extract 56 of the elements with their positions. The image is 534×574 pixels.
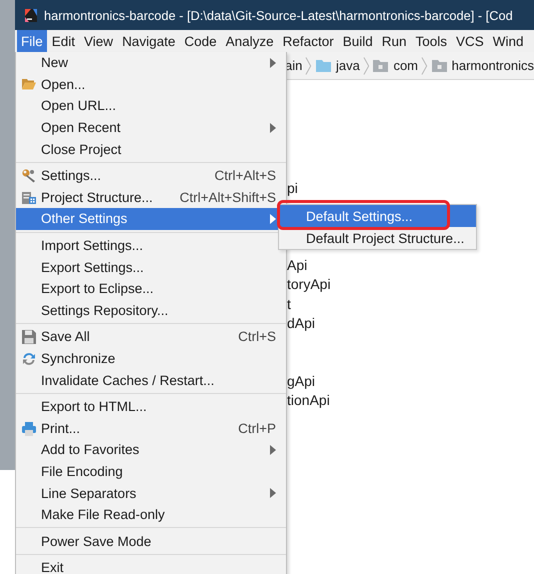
tree-item[interactable]: Api xyxy=(287,256,308,276)
menu-item[interactable]: Print... Ctrl+P xyxy=(16,418,286,440)
menu-item[interactable]: Wind xyxy=(488,30,528,52)
breadcrumb-item[interactable]: harmontronics xyxy=(452,58,534,73)
window-title: harmontronics-barcode - [D:\data\Git-Source-Latest\harmontronics-barcode] - [Cod xyxy=(44,8,513,22)
chevron-icon xyxy=(362,56,370,76)
wrench-icon xyxy=(21,168,37,184)
menu-item[interactable]: File Encoding xyxy=(16,460,286,482)
tree-item[interactable]: tionApi xyxy=(287,391,330,411)
menu-item[interactable]: Exit xyxy=(16,557,286,574)
app-logo-icon xyxy=(24,8,38,22)
tree-item[interactable]: pi xyxy=(287,179,298,198)
menu-item[interactable]: Add to Favorites xyxy=(16,439,286,461)
folder-icon xyxy=(314,58,332,72)
menu-item[interactable]: Tools xyxy=(412,30,452,52)
menu-item[interactable]: Save All Ctrl+S xyxy=(16,326,286,348)
menu-item[interactable]: Open... xyxy=(16,74,286,96)
menu-item[interactable]: Export Settings... xyxy=(16,256,286,278)
menu-item[interactable]: Navigate xyxy=(118,30,180,52)
grid-document-icon xyxy=(21,190,37,206)
menu-item[interactable]: VCS xyxy=(452,30,488,52)
menu-item[interactable]: Line Separators xyxy=(16,482,286,504)
menu-item[interactable]: Edit xyxy=(48,30,80,52)
sync-arrows-icon xyxy=(21,350,37,367)
menu-item[interactable]: Code xyxy=(180,30,221,52)
folder-icon xyxy=(21,76,37,91)
menu-item[interactable]: Run xyxy=(378,30,410,52)
menu-item[interactable]: Close Project xyxy=(16,138,286,160)
breadcrumb-item[interactable]: java xyxy=(336,58,360,73)
tree-item[interactable]: dApi xyxy=(287,314,316,334)
menu-item[interactable]: Export to HTML... xyxy=(16,396,286,418)
menu-item[interactable]: Synchronize xyxy=(16,348,286,370)
chevron-icon xyxy=(305,56,312,76)
tree-item[interactable]: toryApi xyxy=(287,275,331,295)
menu-item[interactable]: Export to Eclipse... xyxy=(16,278,286,300)
package-folder-icon xyxy=(372,58,390,72)
tree-item[interactable]: gApi xyxy=(287,372,316,392)
menu-item[interactable]: Make File Read-only xyxy=(16,504,286,526)
menu-item[interactable]: Refactor xyxy=(278,30,338,52)
menu-item[interactable]: Analyze xyxy=(222,30,278,52)
menu-item[interactable]: New xyxy=(16,52,286,74)
menu-item[interactable]: Settings Repository... xyxy=(16,300,286,322)
menu-item[interactable]: Open URL... xyxy=(16,95,286,117)
menu-item[interactable]: View xyxy=(80,30,118,52)
chevron-icon xyxy=(421,56,428,76)
menu-item[interactable]: Power Save Mode xyxy=(16,530,286,552)
menu-item[interactable]: File xyxy=(17,30,47,52)
menu-item[interactable]: Settings... Ctrl+Alt+S xyxy=(16,164,286,187)
printer-icon xyxy=(21,420,37,436)
menu-item[interactable]: Build xyxy=(338,30,377,52)
tree-item[interactable]: t xyxy=(287,294,291,314)
menu-item[interactable]: Default Settings... xyxy=(279,205,476,227)
package-folder-icon xyxy=(430,58,448,72)
breadcrumb-item[interactable]: com xyxy=(393,58,418,73)
menu-item[interactable]: Open Recent xyxy=(16,116,286,138)
menu-item[interactable]: Invalidate Caches / Restart... xyxy=(16,369,286,391)
